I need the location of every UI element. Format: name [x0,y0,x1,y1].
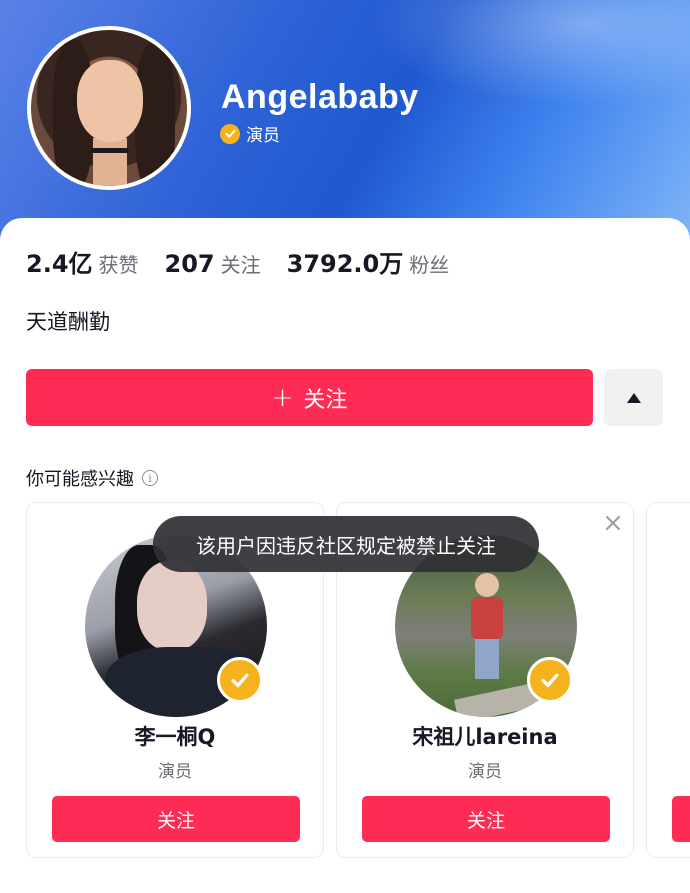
expand-suggestions-button[interactable] [604,369,663,426]
info-icon[interactable]: i [142,470,158,486]
suggestion-follow-button[interactable]: 关注 [362,796,610,842]
follow-button-label: 关注 [303,387,348,413]
followers-label[interactable]: 粉丝 [409,249,449,278]
profile-stats: 2.4亿 获赞 207 关注 3792.0万 粉丝 [26,244,475,279]
verified-check-icon [220,123,240,144]
triangle-up-icon [626,392,641,403]
toast-message: 该用户因违反社区规定被禁止关注 [153,516,539,572]
likes-label: 获赞 [98,253,139,277]
verified-row: 演员 [220,121,280,146]
suggestion-follow-button[interactable]: 关注 [52,796,300,842]
profile-name: Angelababy [221,78,419,116]
suggestion-card-partial[interactable] [646,502,690,858]
suggestion-follow-button[interactable] [672,796,690,842]
suggestion-name[interactable]: 李一桐Q [27,721,323,751]
profile-avatar[interactable] [27,26,191,190]
likes-count: 2.4亿 [26,250,93,278]
suggestion-role: 演员 [158,762,192,782]
following-count[interactable]: 207 [165,250,215,278]
verified-check-icon [217,657,263,703]
verified-role: 演员 [246,126,280,146]
suggestions-title: 你可能感兴趣 i [26,465,158,491]
followers-count[interactable]: 3792.0万 [287,244,404,279]
close-icon[interactable] [603,513,623,533]
suggestions-title-text: 你可能感兴趣 [26,469,134,490]
following-label[interactable]: 关注 [221,249,261,278]
follow-button[interactable]: + 关注 [26,369,593,426]
profile-bio: 天道酬勤 [26,310,110,334]
suggestion-name[interactable]: 宋祖儿lareina [337,721,633,751]
plus-icon: + [271,382,294,413]
verified-check-icon [527,657,573,703]
suggestion-role: 演员 [468,762,502,782]
